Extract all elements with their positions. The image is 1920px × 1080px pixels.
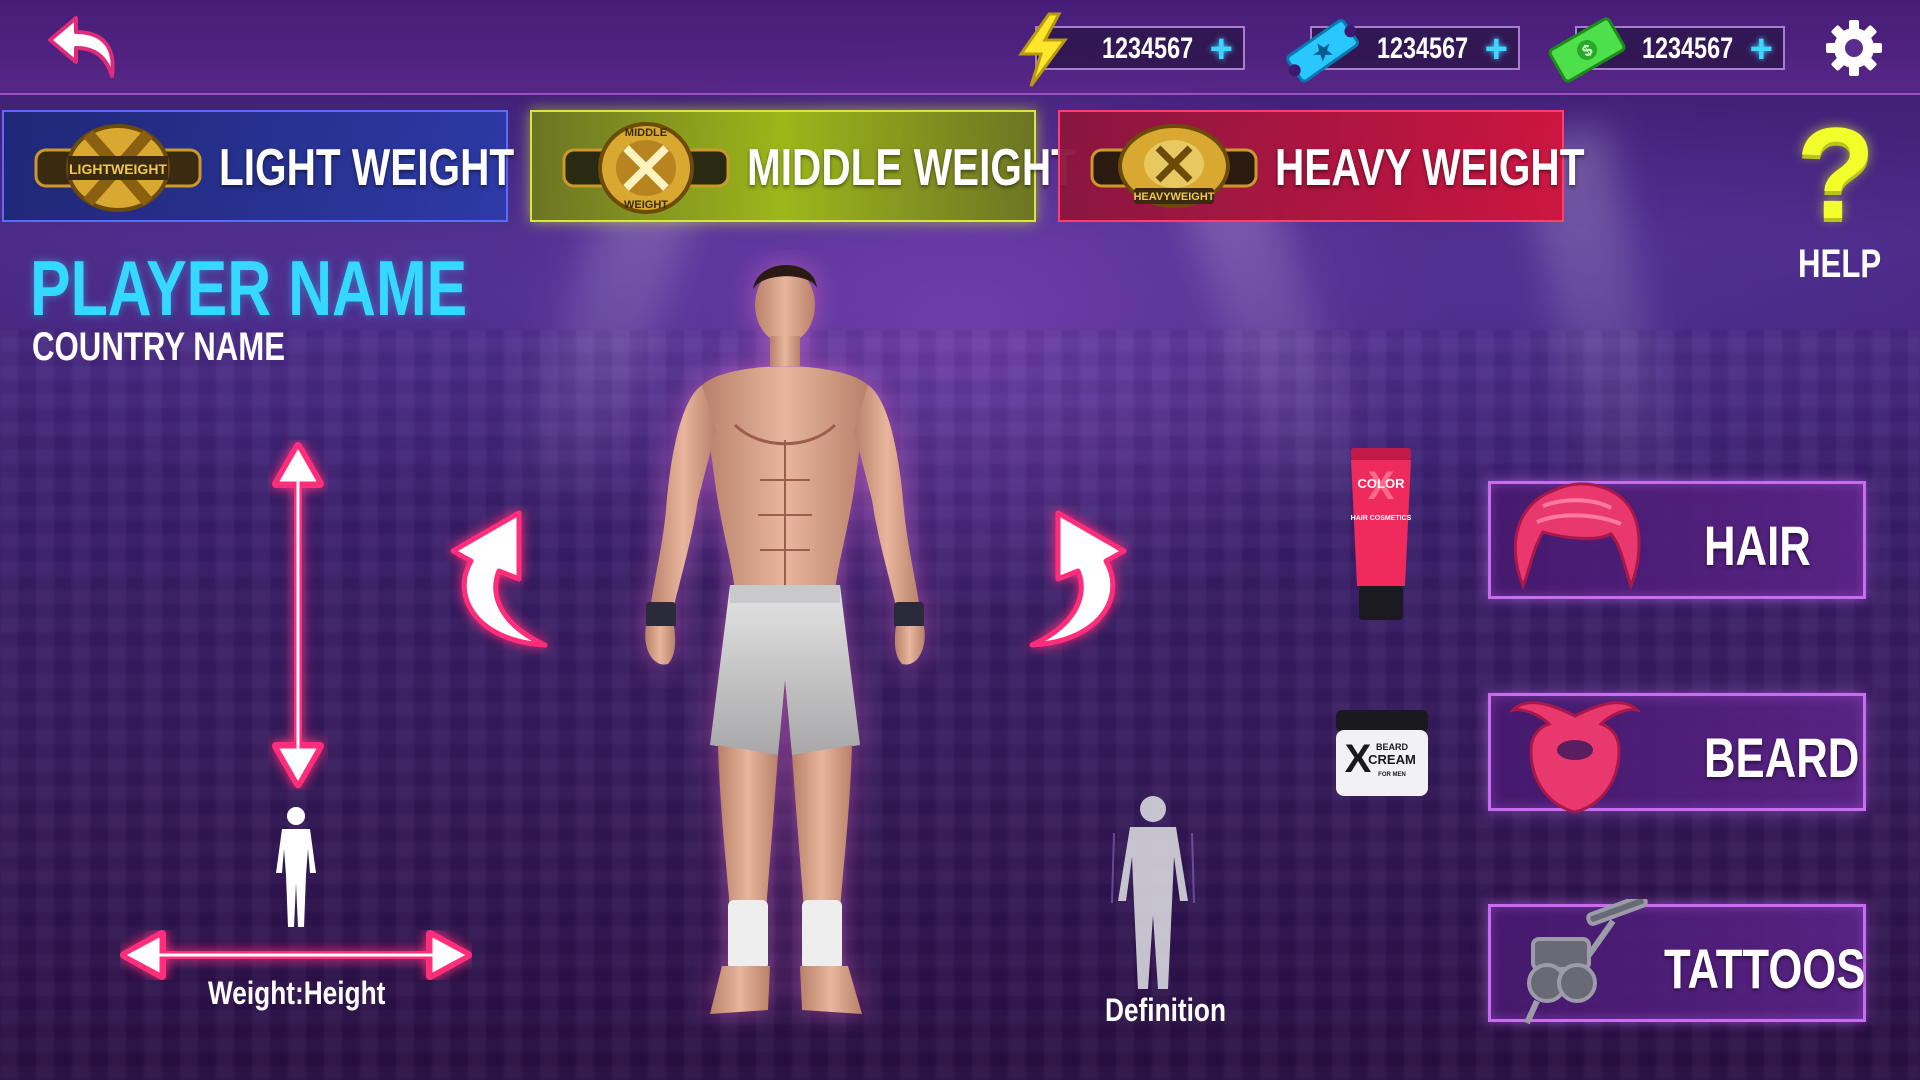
beard-label: BEARD (1704, 726, 1860, 789)
hair-icon (1513, 482, 1641, 591)
lightweight-belt-icon: LIGHTWEIGHT (34, 124, 202, 212)
tab-middle-weight[interactable]: MIDDLE WEIGHT MIDDLE WEIGHT (530, 110, 1076, 222)
tab-heavy-weight[interactable]: HEAVYWEIGHT HEAVY WEIGHT (1058, 110, 1584, 222)
rotate-left-button[interactable] (445, 505, 555, 655)
gear-icon (1826, 20, 1882, 76)
cash-value: 1234567 (1642, 32, 1734, 65)
hair-tube-brand: COLOR (1358, 476, 1406, 491)
svg-text:WEIGHT: WEIGHT (624, 199, 668, 211)
belt-text: HEAVYWEIGHT (1133, 191, 1214, 203)
tickets-value: 1234567 (1377, 32, 1469, 65)
hair-label: HAIR (1704, 514, 1811, 577)
tattoos-label: TATTOOS (1664, 937, 1866, 1000)
middleweight-belt-icon: MIDDLE WEIGHT (562, 122, 730, 214)
ticket-icon (1286, 19, 1359, 83)
lightning-bolt-icon (1018, 12, 1068, 87)
beard-icon (1508, 701, 1642, 814)
beard-button[interactable]: BEARD (1488, 693, 1866, 814)
hair-color-tube-icon: X COLOR HAIR COSMETICS (1351, 448, 1412, 620)
add-cash-button[interactable]: + (1750, 29, 1773, 69)
rotate-right-button[interactable] (1022, 505, 1132, 655)
tattoo-machine-icon (1524, 899, 1648, 1025)
add-energy-button[interactable]: + (1210, 29, 1233, 69)
weight-adjust-arrow[interactable] (120, 930, 472, 980)
body-silhouette-icon (276, 807, 316, 927)
back-arrow-icon (48, 16, 115, 78)
hair-tube-sub: HAIR COSMETICS (1351, 515, 1412, 522)
energy-counter: 1234567 + (1018, 12, 1245, 87)
beard-cream-jar-icon: X BEARD CREAM FOR MEN (1336, 710, 1428, 796)
hair-button[interactable]: HAIR (1488, 481, 1866, 599)
back-button[interactable] (42, 12, 122, 82)
tab-light-weight-label: LIGHT WEIGHT (219, 139, 515, 197)
beard-cream-line2: CREAM (1368, 752, 1416, 767)
belt-text: LIGHTWEIGHT (69, 161, 167, 177)
help-button[interactable]: ? HELP (1782, 108, 1892, 290)
tab-middle-weight-label: MIDDLE WEIGHT (747, 139, 1076, 197)
settings-button[interactable] (1822, 16, 1886, 80)
fighter-character-model[interactable] (610, 250, 940, 1040)
beard-cream-line3: FOR MEN (1378, 772, 1406, 778)
tab-heavy-weight-label: HEAVY WEIGHT (1275, 139, 1585, 197)
player-name: PLAYER NAME (30, 244, 468, 332)
help-label: HELP (1798, 242, 1882, 286)
tickets-counter: 1234567 + (1286, 19, 1520, 83)
cash-counter: $ 1234567 + (1548, 17, 1785, 83)
energy-value: 1234567 (1102, 32, 1194, 65)
question-mark-icon: ? (1796, 100, 1876, 246)
add-tickets-button[interactable]: + (1485, 29, 1508, 69)
tab-light-weight[interactable]: LIGHTWEIGHT LIGHT WEIGHT (2, 110, 514, 222)
svg-text:MIDDLE: MIDDLE (625, 127, 667, 139)
country-name: COUNTRY NAME (32, 325, 286, 369)
beard-cream-line1: BEARD (1376, 742, 1409, 752)
height-adjust-arrow[interactable] (268, 440, 328, 790)
definition-label: Definition (1105, 992, 1226, 1028)
muscle-definition-silhouette-icon[interactable] (1110, 793, 1196, 993)
heavyweight-belt-icon: HEAVYWEIGHT (1090, 124, 1258, 208)
cash-icon: $ (1548, 17, 1626, 83)
weight-height-label: Weight:Height (208, 975, 386, 1011)
tattoos-button[interactable]: TATTOOS (1488, 899, 1866, 1025)
top-bar: 1234567 + 1234567 + $ 1234567 + (0, 0, 1920, 95)
